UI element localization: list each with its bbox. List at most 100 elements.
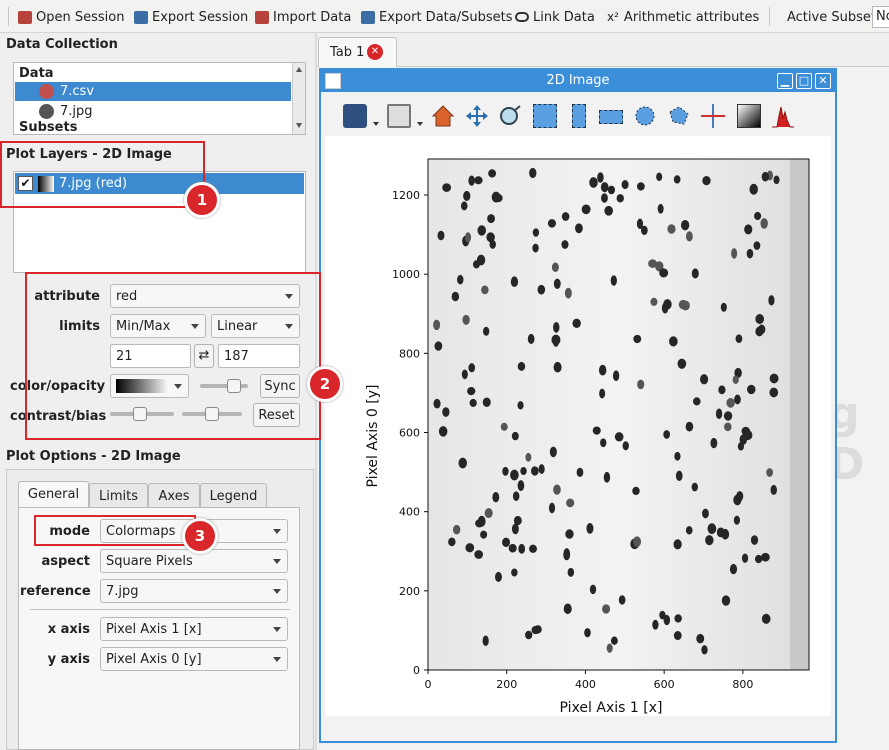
horizontal-select-icon[interactable] bbox=[599, 110, 623, 124]
import-data-button[interactable]: Import Data bbox=[255, 6, 351, 28]
image-speck bbox=[437, 230, 445, 241]
reference-label: reference bbox=[20, 584, 91, 599]
image-speck bbox=[680, 220, 690, 231]
x-axis-label: x axis bbox=[47, 622, 90, 637]
zoom-icon[interactable] bbox=[497, 104, 521, 128]
y-axis-value: Pixel Axis 0 [y] bbox=[106, 652, 202, 667]
active-subset-combo[interactable]: No bbox=[872, 6, 889, 28]
scroll-down-icon[interactable] bbox=[296, 123, 302, 128]
rectangle-select-icon[interactable] bbox=[533, 104, 557, 128]
link-data-button[interactable]: Link Data bbox=[515, 6, 595, 28]
image-speck bbox=[463, 190, 471, 201]
image-speck bbox=[442, 407, 450, 417]
image-speck bbox=[589, 584, 597, 595]
image-speck bbox=[493, 193, 503, 203]
pan-icon[interactable] bbox=[465, 104, 489, 128]
image-speck bbox=[701, 645, 708, 655]
image-speck bbox=[710, 437, 718, 449]
export-session-button[interactable]: Export Session bbox=[134, 6, 248, 28]
data-item-label: 7.jpg bbox=[60, 104, 93, 119]
chevron-down-icon[interactable] bbox=[373, 122, 379, 126]
scroll-up-icon[interactable] bbox=[296, 67, 302, 72]
image-speck bbox=[442, 183, 452, 192]
image-speck bbox=[674, 451, 681, 461]
image-speck bbox=[487, 214, 495, 224]
image-speck bbox=[603, 471, 611, 483]
tab-axes[interactable]: Axes bbox=[148, 483, 200, 508]
main-toolbar: Open Session Export Session Import Data … bbox=[0, 0, 889, 33]
image-speck bbox=[637, 379, 645, 390]
image-plot[interactable]: 0 200 400 600 800 0 200 400 600 800 1000 1200 Pixe… bbox=[325, 136, 831, 716]
image-speck bbox=[561, 240, 569, 249]
x-axis-combo[interactable]: Pixel Axis 1 [x] bbox=[100, 617, 288, 641]
data-item-7-csv[interactable]: 7.csv bbox=[15, 82, 291, 101]
image-speck bbox=[468, 175, 475, 186]
viewer-title-bar[interactable]: 2D Image ▁ □ ✕ bbox=[321, 70, 835, 92]
image-speck bbox=[561, 212, 570, 221]
data-list-scrollbar[interactable] bbox=[292, 63, 305, 134]
image-speck bbox=[724, 422, 732, 432]
chevron-down-icon[interactable] bbox=[417, 122, 423, 126]
x-tick-label: 400 bbox=[575, 678, 596, 691]
polygon-select-icon[interactable] bbox=[667, 104, 691, 128]
open-session-label: Open Session bbox=[36, 9, 125, 25]
tab-general[interactable]: General bbox=[18, 481, 89, 508]
reference-combo[interactable]: 7.jpg bbox=[100, 579, 288, 603]
image-speck bbox=[589, 177, 598, 188]
histogram-icon[interactable] bbox=[771, 104, 795, 128]
image-speck bbox=[632, 486, 640, 496]
chevron-down-icon bbox=[273, 627, 281, 632]
windows-icon[interactable] bbox=[387, 104, 411, 128]
image-speck bbox=[636, 218, 644, 230]
plot-options-title: Plot Options - 2D Image bbox=[6, 449, 181, 464]
image-speck bbox=[602, 604, 611, 614]
image-speck bbox=[622, 441, 629, 451]
tab-limits[interactable]: Limits bbox=[89, 483, 148, 508]
image-speck bbox=[438, 426, 448, 437]
tab-legend[interactable]: Legend bbox=[200, 483, 267, 508]
reference-value: 7.jpg bbox=[106, 584, 139, 599]
y-tick-label: 800 bbox=[399, 347, 420, 360]
save-plot-icon[interactable] bbox=[343, 104, 367, 128]
image-speck bbox=[691, 268, 699, 279]
image-speck bbox=[512, 491, 520, 502]
image-speck bbox=[761, 171, 769, 182]
arithmetic-attributes-button[interactable]: x² Arithmetic attributes bbox=[607, 6, 759, 28]
image-speck bbox=[729, 563, 738, 575]
minimize-icon[interactable]: ▁ bbox=[777, 73, 793, 89]
image-speck bbox=[733, 494, 742, 506]
export-data-button[interactable]: Export Data/Subsets bbox=[361, 6, 513, 28]
image-speck bbox=[598, 364, 607, 376]
y-axis-combo[interactable]: Pixel Axis 0 [y] bbox=[100, 647, 288, 671]
image-speck bbox=[567, 567, 575, 577]
open-session-button[interactable]: Open Session bbox=[18, 6, 124, 28]
image-speck bbox=[547, 219, 556, 228]
image-speck bbox=[476, 254, 486, 266]
image-speck bbox=[511, 523, 519, 535]
crosshair-icon[interactable] bbox=[701, 104, 725, 128]
image-speck bbox=[510, 469, 519, 481]
image-speck bbox=[685, 526, 693, 535]
x-tick-label: 800 bbox=[732, 678, 753, 691]
image-edge-shadow bbox=[790, 159, 809, 670]
tab-1[interactable]: Tab 1 ✕ bbox=[318, 37, 397, 67]
image-speck bbox=[718, 385, 726, 395]
image-speck bbox=[632, 536, 642, 547]
close-tab-icon[interactable]: ✕ bbox=[367, 44, 383, 60]
image-speck bbox=[517, 480, 525, 492]
data-collection-list[interactable]: Data 7.csv 7.jpg Subsets bbox=[13, 62, 306, 135]
image-speck bbox=[702, 508, 709, 519]
image-speck bbox=[652, 619, 659, 630]
arithmetic-label: Arithmetic attributes bbox=[623, 9, 760, 25]
image-speck bbox=[754, 211, 762, 221]
home-icon[interactable] bbox=[431, 104, 455, 128]
contrast-icon[interactable] bbox=[737, 104, 761, 128]
vertical-select-icon[interactable] bbox=[572, 104, 586, 128]
image-speck bbox=[461, 369, 468, 380]
maximize-icon[interactable]: □ bbox=[796, 73, 812, 89]
image-speck bbox=[755, 314, 765, 325]
image-speck bbox=[610, 636, 618, 645]
circle-select-icon[interactable] bbox=[633, 104, 657, 128]
data-item-7-jpg[interactable]: 7.jpg bbox=[15, 102, 291, 121]
close-icon[interactable]: ✕ bbox=[815, 73, 831, 89]
